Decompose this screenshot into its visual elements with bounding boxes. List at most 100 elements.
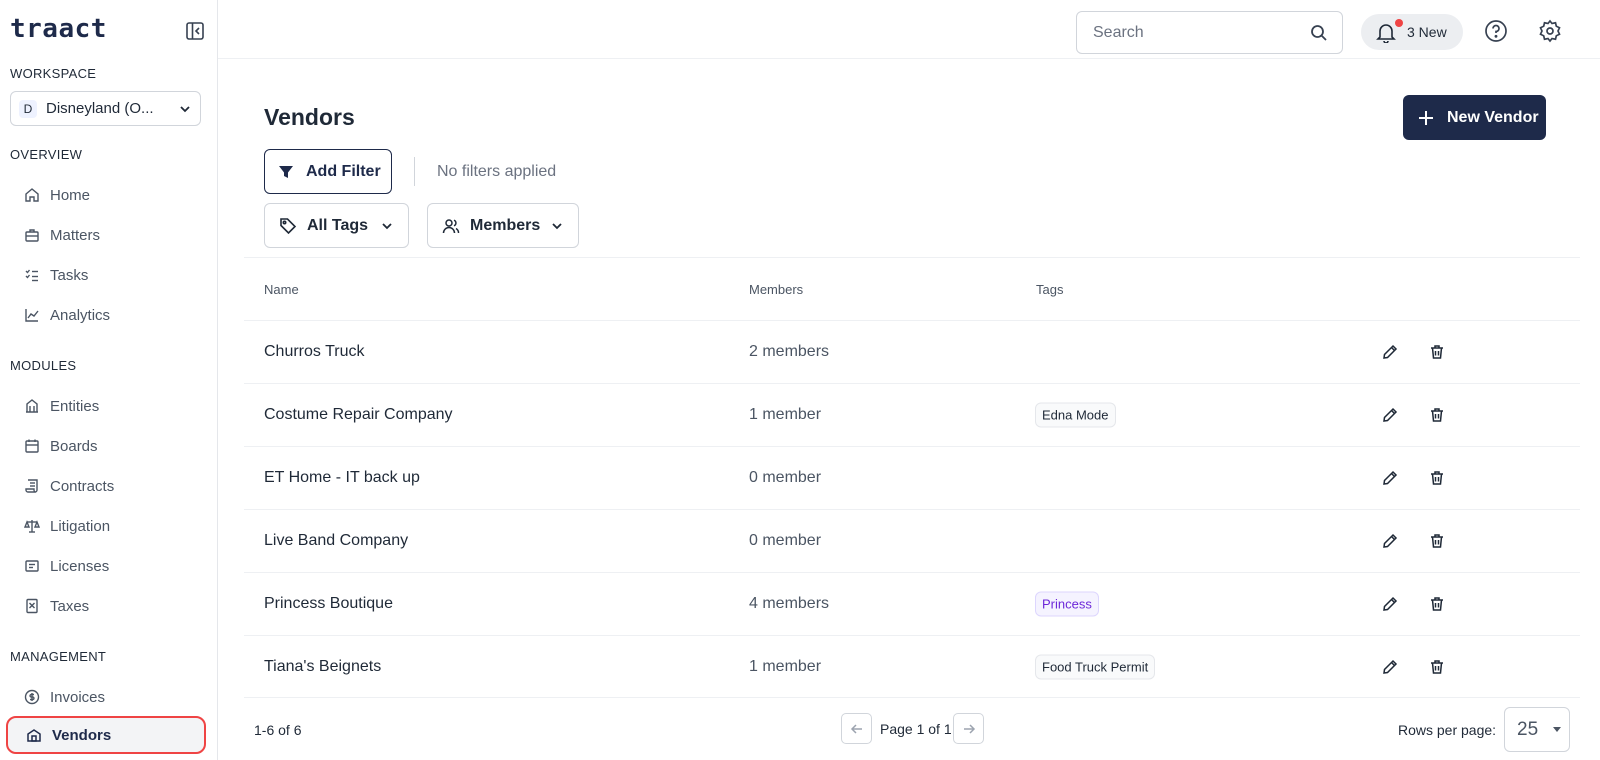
no-filters-text: No filters applied	[437, 163, 557, 180]
table-row[interactable]: Churros Truck 2 members	[244, 320, 1580, 383]
sidebar-item-litigation[interactable]: Litigation	[6, 507, 206, 545]
vendor-members: 1 member	[749, 658, 822, 675]
filter-icon	[279, 165, 293, 178]
sidebar-item-label: Boards	[50, 437, 98, 455]
sidebar-item-label: Licenses	[50, 557, 110, 575]
building-icon	[23, 398, 40, 415]
sidebar-item-label: Matters	[50, 226, 101, 244]
vendor-members: 4 members	[749, 595, 830, 612]
tag-badge[interactable]: Princess	[1035, 591, 1099, 617]
sidebar-item-vendors[interactable]: Vendors	[6, 716, 206, 754]
tags-dropdown[interactable]: All Tags	[264, 203, 409, 248]
sidebar-item-label: Home	[50, 186, 91, 204]
members-dropdown[interactable]: Members	[427, 203, 579, 248]
sidebar-item-label: Taxes	[50, 597, 90, 615]
arrow-right-icon	[963, 723, 975, 734]
arrow-left-icon	[850, 723, 862, 734]
tag-badge[interactable]: Food Truck Permit	[1035, 654, 1156, 680]
sidebar-item-label: Contracts	[50, 477, 115, 495]
notification-dot	[1395, 19, 1403, 27]
bell-icon	[1376, 24, 1396, 43]
sidebar-item-contracts[interactable]: Contracts	[6, 467, 206, 505]
vendor-name[interactable]: ET Home - IT back up	[264, 469, 420, 487]
pencil-icon[interactable]	[1379, 467, 1401, 489]
sidebar-item-analytics[interactable]: Analytics	[6, 296, 206, 334]
sidebar-item-boards[interactable]: Boards	[6, 427, 206, 465]
sidebar-item-tasks[interactable]: Tasks	[6, 256, 206, 294]
trash-icon[interactable]	[1426, 404, 1448, 426]
table-row[interactable]: ET Home - IT back up 0 member	[244, 446, 1580, 509]
sidebar-item-label: Tasks	[50, 266, 89, 284]
workspace-avatar: D	[19, 99, 37, 118]
workspace-select[interactable]: D Disneyland (O...	[10, 91, 201, 126]
table-top-border	[244, 257, 1580, 258]
sidebar-item-invoices[interactable]: Invoices	[6, 678, 206, 716]
column-header-name[interactable]: Name	[264, 282, 299, 297]
chart-icon	[23, 307, 40, 324]
sidebar-item-entities[interactable]: Entities	[6, 387, 206, 425]
sidebar-item-home[interactable]: Home	[6, 176, 206, 214]
calculator-icon	[23, 598, 40, 615]
column-header-members[interactable]: Members	[749, 282, 803, 297]
add-filter-button[interactable]: Add Filter	[264, 149, 392, 194]
table-bottom-border	[244, 697, 1580, 698]
previous-page-button[interactable]	[841, 713, 872, 744]
vendor-name[interactable]: Tiana's Beignets	[264, 658, 381, 676]
chevron-down-icon	[550, 219, 564, 233]
pencil-icon[interactable]	[1379, 593, 1401, 615]
notifications-count: 3 New	[1407, 24, 1447, 40]
search-bar[interactable]	[1076, 11, 1343, 54]
vendor-name[interactable]: Princess Boutique	[264, 595, 393, 613]
trash-icon[interactable]	[1426, 467, 1448, 489]
pencil-icon[interactable]	[1379, 341, 1401, 363]
table-row[interactable]: Costume Repair Company 1 member Edna Mod…	[244, 383, 1580, 446]
vendor-name[interactable]: Live Band Company	[264, 532, 408, 550]
pencil-icon[interactable]	[1379, 530, 1401, 552]
rows-per-page-label: Rows per page:	[1398, 722, 1497, 738]
search-icon[interactable]	[1310, 24, 1328, 42]
pencil-icon[interactable]	[1379, 656, 1401, 678]
members-dropdown-label: Members	[470, 216, 541, 234]
home-icon	[23, 187, 40, 204]
tag-icon	[280, 217, 297, 234]
store-icon	[25, 727, 42, 744]
briefcase-icon	[23, 227, 40, 244]
trash-icon[interactable]	[1426, 341, 1448, 363]
vendor-name[interactable]: Costume Repair Company	[264, 406, 453, 424]
trash-icon[interactable]	[1426, 530, 1448, 552]
header-divider	[218, 58, 1600, 59]
pencil-icon[interactable]	[1379, 404, 1401, 426]
rows-per-page-select[interactable]: 25	[1504, 707, 1570, 752]
table-row[interactable]: Tiana's Beignets 1 member Food Truck Per…	[244, 635, 1580, 698]
tag-badge[interactable]: Edna Mode	[1035, 402, 1116, 428]
add-filter-label: Add Filter	[306, 162, 381, 180]
column-header-tags[interactable]: Tags	[1036, 282, 1063, 297]
app-logo[interactable]: traact	[10, 14, 107, 44]
new-vendor-button[interactable]: New Vendor	[1403, 95, 1546, 140]
gear-icon[interactable]	[1537, 18, 1563, 44]
collapse-sidebar-icon[interactable]	[184, 20, 206, 42]
next-page-button[interactable]	[953, 713, 984, 744]
overview-section-label: OVERVIEW	[10, 147, 83, 162]
filter-divider	[414, 157, 415, 186]
management-section-label: MANAGEMENT	[10, 649, 107, 664]
search-input[interactable]	[1093, 23, 1310, 42]
help-icon[interactable]	[1483, 18, 1509, 44]
vendor-name[interactable]: Churros Truck	[264, 343, 364, 361]
page-indicator: Page 1 of 1	[880, 721, 952, 737]
table-row[interactable]: Princess Boutique 4 members Princess	[244, 572, 1580, 635]
vendor-members: 2 members	[749, 343, 830, 360]
sidebar-item-matters[interactable]: Matters	[6, 216, 206, 254]
sidebar-item-taxes[interactable]: Taxes	[6, 587, 206, 625]
users-icon	[442, 218, 460, 233]
rows-per-page-value: 25	[1517, 718, 1539, 740]
trash-icon[interactable]	[1426, 656, 1448, 678]
trash-icon[interactable]	[1426, 593, 1448, 615]
table-row[interactable]: Live Band Company 0 member	[244, 509, 1580, 572]
notifications-button[interactable]: 3 New	[1361, 14, 1463, 50]
vendor-members: 0 member	[749, 532, 822, 549]
sidebar-item-licenses[interactable]: Licenses	[6, 547, 206, 585]
vendor-members: 1 member	[749, 406, 822, 423]
modules-section-label: MODULES	[10, 358, 77, 373]
chevron-down-icon	[180, 105, 190, 112]
